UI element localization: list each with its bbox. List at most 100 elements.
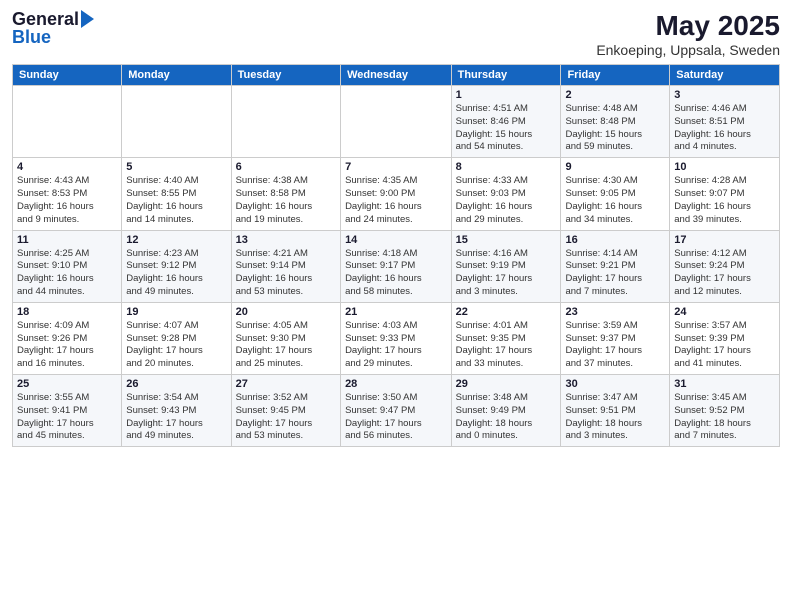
calendar-cell: 12 Sunrise: 4:23 AM Sunset: 9:12 PM Dayli… — [122, 230, 231, 302]
day-info: Sunrise: 4:46 AM Sunset: 8:51 PM Dayligh… — [674, 103, 775, 154]
day-number: 20 — [236, 306, 336, 318]
day-info: Sunrise: 3:48 AM Sunset: 9:49 PM Dayligh… — [456, 392, 557, 443]
calendar-cell: 4Sunrise: 4:43 AM Sunset: 8:53 PM Daylig… — [13, 158, 122, 230]
day-info: Sunrise: 3:45 AM Sunset: 9:52 PM Dayligh… — [674, 392, 775, 443]
day-info: Sunrise: 3:59 AM Sunset: 9:37 PM Dayligh… — [565, 320, 665, 371]
calendar-cell: 25Sunrise: 3:55 AM Sunset: 9:41 PM Dayli… — [13, 375, 122, 447]
calendar-cell: 13 Sunrise: 4:21 AM Sunset: 9:14 PM Dayli… — [231, 230, 340, 302]
day-info: Sunrise: 4:09 AM Sunset: 9:26 PM Dayligh… — [17, 320, 117, 371]
day-info: Sunrise: 4:48 AM Sunset: 8:48 PM Dayligh… — [565, 103, 665, 154]
day-number: 7 — [345, 161, 447, 173]
calendar-week-5: 25Sunrise: 3:55 AM Sunset: 9:41 PM Dayli… — [13, 375, 780, 447]
calendar-cell: 16Sunrise: 4:14 AM Sunset: 9:21 PM Dayli… — [561, 230, 670, 302]
day-info: Sunrise: 4:03 AM Sunset: 9:33 PM Dayligh… — [345, 320, 447, 371]
day-number: 15 — [456, 234, 557, 246]
day-number: 30 — [565, 378, 665, 390]
calendar-cell: 9Sunrise: 4:30 AM Sunset: 9:05 PM Daylig… — [561, 158, 670, 230]
calendar-cell: 22 Sunrise: 4:01 AM Sunset: 9:35 PM Dayli… — [451, 302, 561, 374]
calendar-cell: 21 Sunrise: 4:03 AM Sunset: 9:33 PM Dayli… — [341, 302, 452, 374]
day-number: 22 — [456, 306, 557, 318]
day-info: Sunrise: 3:54 AM Sunset: 9:43 PM Dayligh… — [126, 392, 226, 443]
day-number: 31 — [674, 378, 775, 390]
calendar-cell — [231, 86, 340, 158]
calendar-header-sunday: Sunday — [13, 65, 122, 86]
day-number: 10 — [674, 161, 775, 173]
page-title: May 2025 — [596, 10, 780, 42]
calendar-cell: 31 Sunrise: 3:45 AM Sunset: 9:52 PM Dayli… — [670, 375, 780, 447]
day-info: Sunrise: 4:51 AM Sunset: 8:46 PM Dayligh… — [456, 103, 557, 154]
logo-arrow-icon — [81, 10, 94, 28]
day-info: Sunrise: 4:16 AM Sunset: 9:19 PM Dayligh… — [456, 248, 557, 299]
day-info: Sunrise: 4:12 AM Sunset: 9:24 PM Dayligh… — [674, 248, 775, 299]
calendar-week-2: 4Sunrise: 4:43 AM Sunset: 8:53 PM Daylig… — [13, 158, 780, 230]
calendar-cell: 5Sunrise: 4:40 AM Sunset: 8:55 PM Daylig… — [122, 158, 231, 230]
day-number: 12 — [126, 234, 226, 246]
day-number: 28 — [345, 378, 447, 390]
calendar-cell: 18 Sunrise: 4:09 AM Sunset: 9:26 PM Dayli… — [13, 302, 122, 374]
calendar-cell: 8Sunrise: 4:33 AM Sunset: 9:03 PM Daylig… — [451, 158, 561, 230]
day-number: 21 — [345, 306, 447, 318]
calendar-cell: 20 Sunrise: 4:05 AM Sunset: 9:30 PM Dayli… — [231, 302, 340, 374]
day-info: Sunrise: 4:18 AM Sunset: 9:17 PM Dayligh… — [345, 248, 447, 299]
calendar-header-monday: Monday — [122, 65, 231, 86]
day-number: 24 — [674, 306, 775, 318]
day-info: Sunrise: 4:40 AM Sunset: 8:55 PM Dayligh… — [126, 175, 226, 226]
calendar-cell: 7Sunrise: 4:35 AM Sunset: 9:00 PM Daylig… — [341, 158, 452, 230]
title-block: May 2025 Enkoeping, Uppsala, Sweden — [596, 10, 780, 58]
calendar-cell: 10 Sunrise: 4:28 AM Sunset: 9:07 PM Dayli… — [670, 158, 780, 230]
day-info: Sunrise: 3:57 AM Sunset: 9:39 PM Dayligh… — [674, 320, 775, 371]
day-number: 11 — [17, 234, 117, 246]
calendar-cell: 15 Sunrise: 4:16 AM Sunset: 9:19 PM Dayli… — [451, 230, 561, 302]
day-info: Sunrise: 3:47 AM Sunset: 9:51 PM Dayligh… — [565, 392, 665, 443]
day-info: Sunrise: 4:23 AM Sunset: 9:12 PM Dayligh… — [126, 248, 226, 299]
day-info: Sunrise: 4:28 AM Sunset: 9:07 PM Dayligh… — [674, 175, 775, 226]
calendar-cell: 29 Sunrise: 3:48 AM Sunset: 9:49 PM Dayli… — [451, 375, 561, 447]
day-number: 19 — [126, 306, 226, 318]
calendar-header-tuesday: Tuesday — [231, 65, 340, 86]
logo-blue: Blue — [12, 28, 51, 48]
day-number: 23 — [565, 306, 665, 318]
day-info: Sunrise: 4:25 AM Sunset: 9:10 PM Dayligh… — [17, 248, 117, 299]
day-info: Sunrise: 4:05 AM Sunset: 9:30 PM Dayligh… — [236, 320, 336, 371]
calendar-cell: 14 Sunrise: 4:18 AM Sunset: 9:17 PM Dayli… — [341, 230, 452, 302]
day-number: 18 — [17, 306, 117, 318]
day-info: Sunrise: 4:33 AM Sunset: 9:03 PM Dayligh… — [456, 175, 557, 226]
day-number: 6 — [236, 161, 336, 173]
day-info: Sunrise: 4:01 AM Sunset: 9:35 PM Dayligh… — [456, 320, 557, 371]
calendar-table: SundayMondayTuesdayWednesdayThursdayFrid… — [12, 64, 780, 447]
calendar-header-wednesday: Wednesday — [341, 65, 452, 86]
day-info: Sunrise: 3:52 AM Sunset: 9:45 PM Dayligh… — [236, 392, 336, 443]
day-number: 27 — [236, 378, 336, 390]
day-info: Sunrise: 3:50 AM Sunset: 9:47 PM Dayligh… — [345, 392, 447, 443]
day-number: 26 — [126, 378, 226, 390]
calendar-cell: 24 Sunrise: 3:57 AM Sunset: 9:39 PM Dayli… — [670, 302, 780, 374]
calendar-cell: 11 Sunrise: 4:25 AM Sunset: 9:10 PM Dayli… — [13, 230, 122, 302]
calendar-cell: 6Sunrise: 4:38 AM Sunset: 8:58 PM Daylig… — [231, 158, 340, 230]
day-number: 16 — [565, 234, 665, 246]
day-number: 29 — [456, 378, 557, 390]
day-number: 2 — [565, 89, 665, 101]
calendar-cell: 26 Sunrise: 3:54 AM Sunset: 9:43 PM Dayli… — [122, 375, 231, 447]
page-subtitle: Enkoeping, Uppsala, Sweden — [596, 42, 780, 58]
day-info: Sunrise: 4:21 AM Sunset: 9:14 PM Dayligh… — [236, 248, 336, 299]
day-info: Sunrise: 4:43 AM Sunset: 8:53 PM Dayligh… — [17, 175, 117, 226]
calendar-cell: 23 Sunrise: 3:59 AM Sunset: 9:37 PM Dayli… — [561, 302, 670, 374]
calendar-cell: 3 Sunrise: 4:46 AM Sunset: 8:51 PM Daylig… — [670, 86, 780, 158]
calendar-week-1: 1Sunrise: 4:51 AM Sunset: 8:46 PM Daylig… — [13, 86, 780, 158]
calendar-header-row: SundayMondayTuesdayWednesdayThursdayFrid… — [13, 65, 780, 86]
main-container: General Blue May 2025 Enkoeping, Uppsala… — [0, 0, 792, 612]
day-number: 13 — [236, 234, 336, 246]
day-info: Sunrise: 4:07 AM Sunset: 9:28 PM Dayligh… — [126, 320, 226, 371]
day-number: 3 — [674, 89, 775, 101]
page-header: General Blue May 2025 Enkoeping, Uppsala… — [12, 10, 780, 58]
calendar-header-friday: Friday — [561, 65, 670, 86]
day-number: 14 — [345, 234, 447, 246]
calendar-week-3: 11 Sunrise: 4:25 AM Sunset: 9:10 PM Dayli… — [13, 230, 780, 302]
day-info: Sunrise: 3:55 AM Sunset: 9:41 PM Dayligh… — [17, 392, 117, 443]
calendar-cell: 19 Sunrise: 4:07 AM Sunset: 9:28 PM Dayli… — [122, 302, 231, 374]
calendar-cell: 27 Sunrise: 3:52 AM Sunset: 9:45 PM Dayli… — [231, 375, 340, 447]
day-number: 17 — [674, 234, 775, 246]
calendar-header-thursday: Thursday — [451, 65, 561, 86]
calendar-week-4: 18 Sunrise: 4:09 AM Sunset: 9:26 PM Dayli… — [13, 302, 780, 374]
calendar-cell: 1Sunrise: 4:51 AM Sunset: 8:46 PM Daylig… — [451, 86, 561, 158]
